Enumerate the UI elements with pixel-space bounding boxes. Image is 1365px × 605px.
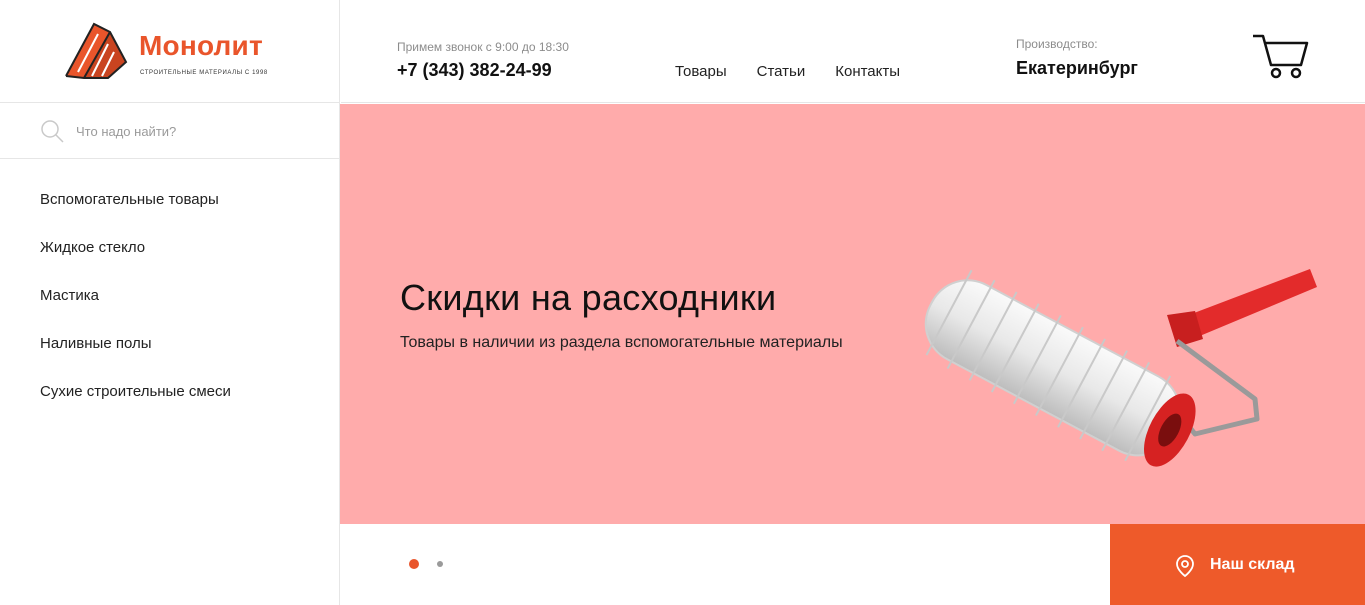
category-item[interactable]: Вспомогательные товары <box>0 190 339 238</box>
banner-subtitle: Товары в наличии из раздела вспомогатель… <box>400 334 843 351</box>
nav-item-products[interactable]: Товары <box>675 63 727 80</box>
search-input[interactable] <box>76 119 306 143</box>
warehouse-button[interactable]: Наш склад <box>1110 524 1365 605</box>
cart-icon[interactable] <box>1251 33 1309 79</box>
nav-item-articles[interactable]: Статьи <box>757 63 806 80</box>
brand-tagline: СТРОИТЕЛЬНЫЕ МАТЕРИАЛЫ С 1998 <box>140 70 268 76</box>
left-column: Монолит СТРОИТЕЛЬНЫЕ МАТЕРИАЛЫ С 1998 Вс… <box>0 0 340 605</box>
header: Примем звонок с 9:00 до 18:30 +7 (343) 3… <box>341 0 1365 103</box>
warehouse-label: Наш склад <box>1210 556 1295 573</box>
category-list: Вспомогательные товары Жидкое стекло Мас… <box>0 159 339 430</box>
city-selector[interactable]: Екатеринбург <box>1016 58 1138 79</box>
phone-link[interactable]: +7 (343) 382-24-99 <box>397 60 552 81</box>
slider-dot-active[interactable] <box>409 559 419 569</box>
call-hours: Примем звонок с 9:00 до 18:30 <box>397 40 569 54</box>
category-item[interactable]: Наливные полы <box>0 334 339 382</box>
banner-title: Скидки на расходники <box>400 277 777 318</box>
category-item[interactable]: Сухие строительные смеси <box>0 382 339 430</box>
promo-banner[interactable]: Скидки на расходники Товары в наличии из… <box>340 104 1365 524</box>
map-pin-icon <box>1176 555 1194 578</box>
category-item[interactable]: Мастика <box>0 286 339 334</box>
main-nav: Товары Статьи Контакты <box>675 63 930 80</box>
bottom-bar: Наш склад <box>340 524 1365 605</box>
brand-name: Монолит <box>139 30 263 61</box>
search-icon[interactable] <box>40 119 64 143</box>
logo-area: Монолит СТРОИТЕЛЬНЫЕ МАТЕРИАЛЫ С 1998 <box>0 0 339 103</box>
nav-item-contacts[interactable]: Контакты <box>835 63 900 80</box>
production-label: Производство: <box>1016 37 1098 51</box>
search-bar <box>0 103 339 159</box>
slider-dot[interactable] <box>437 561 443 567</box>
paint-roller-image <box>924 269 1317 467</box>
logo-icon <box>65 22 128 79</box>
category-item[interactable]: Жидкое стекло <box>0 238 339 286</box>
